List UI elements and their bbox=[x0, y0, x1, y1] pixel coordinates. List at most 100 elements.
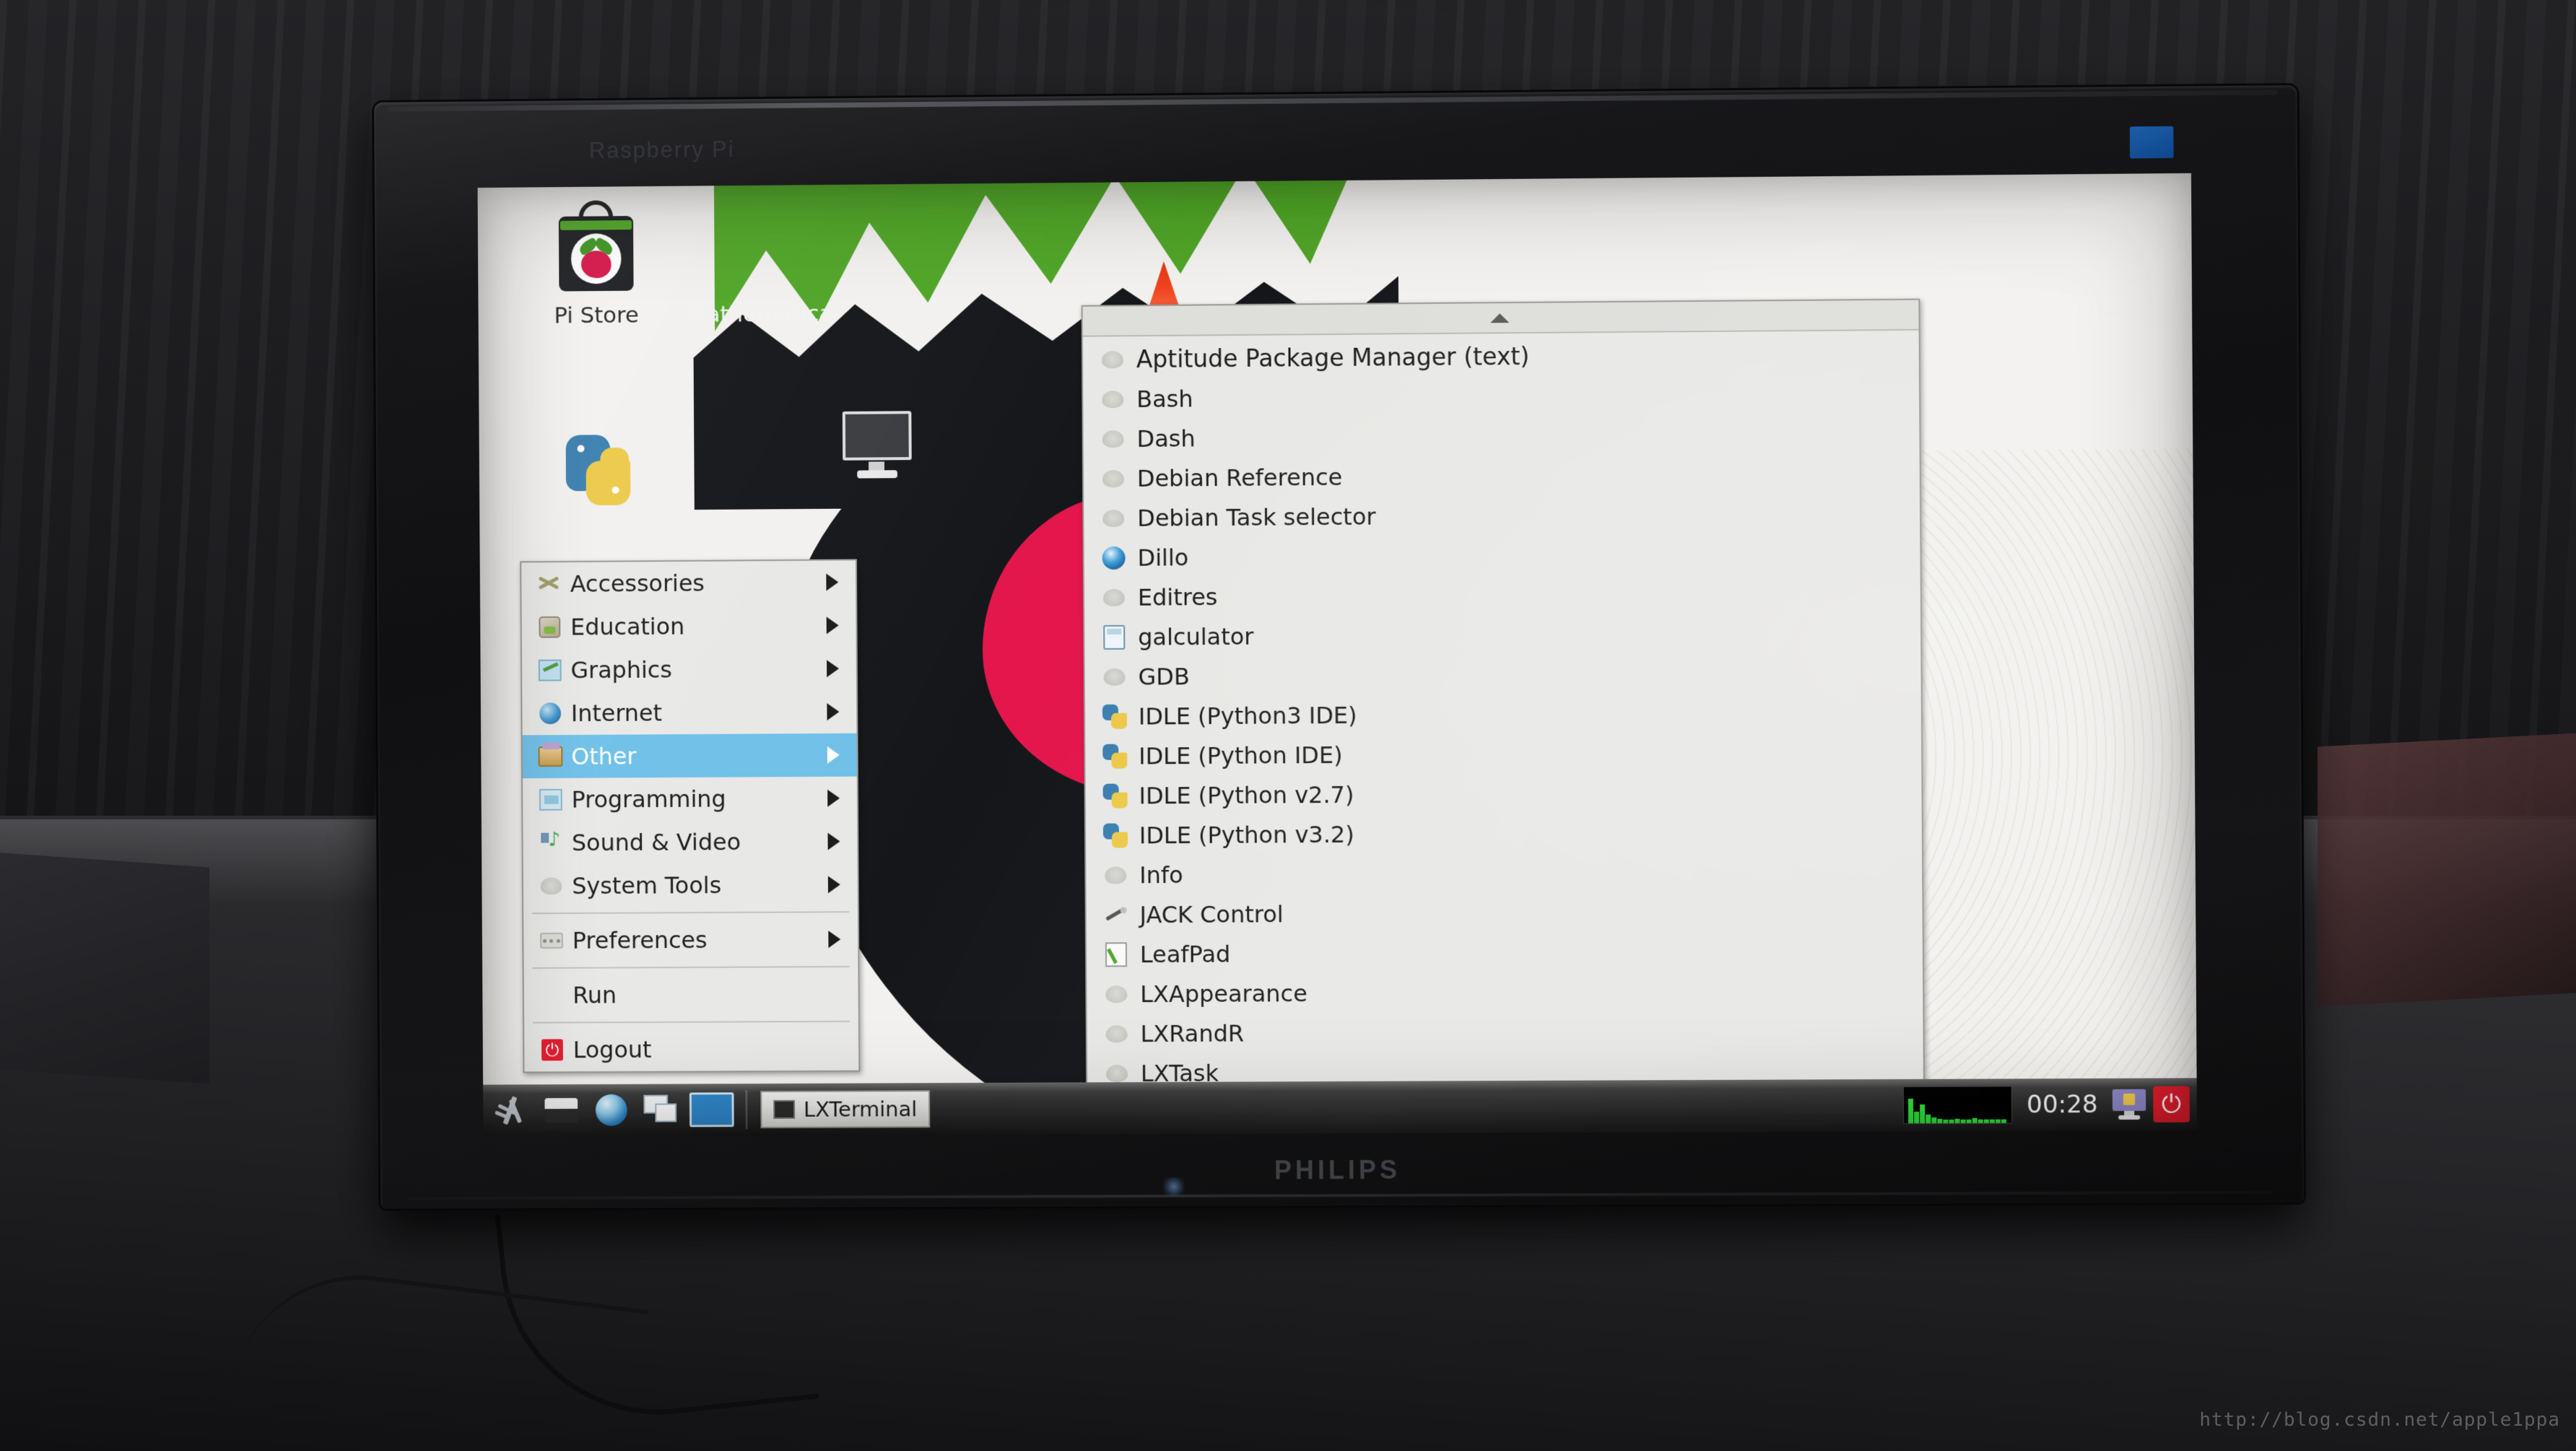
generic-app-icon bbox=[1097, 424, 1130, 453]
submenu-item-label: Bash bbox=[1129, 385, 1193, 413]
monitor-brand-top: Raspberry Pi bbox=[589, 136, 735, 164]
mathematica-icon bbox=[670, 206, 850, 298]
submenu-item-editres[interactable]: Editres bbox=[1084, 572, 1920, 617]
chevron-right-icon bbox=[827, 746, 840, 764]
system-tray: 00:28 bbox=[1903, 1078, 2197, 1131]
menu-item-graphics[interactable]: Graphics bbox=[522, 647, 856, 692]
calculator-icon bbox=[1097, 622, 1131, 651]
submenu-item-label: LXAppearance bbox=[1133, 980, 1307, 1008]
generic-app-icon bbox=[1096, 385, 1129, 414]
menu-item-label: Internet bbox=[567, 698, 827, 727]
submenu-item-info[interactable]: Info bbox=[1086, 851, 1922, 895]
monitor-sticker bbox=[2130, 126, 2174, 159]
wolfram-icon bbox=[1230, 202, 1318, 293]
submenu-item-idle-python-v32[interactable]: IDLE (Python v3.2) bbox=[1086, 811, 1922, 855]
system-tools-icon bbox=[535, 871, 568, 900]
submenu-item-idle-python3-ide[interactable]: IDLE (Python3 IDE) bbox=[1085, 692, 1921, 736]
education-icon bbox=[533, 613, 566, 642]
file-manager-launcher[interactable] bbox=[539, 1089, 583, 1131]
taskbar-launchers bbox=[483, 1084, 754, 1136]
cpu-monitor-graph[interactable] bbox=[1903, 1086, 2012, 1124]
submenu-item-label: JACK Control bbox=[1132, 900, 1283, 928]
task-button-label: LXTerminal bbox=[804, 1097, 917, 1122]
generic-app-icon bbox=[1097, 463, 1130, 492]
menu-item-internet[interactable]: Internet bbox=[522, 690, 856, 735]
generic-app-icon bbox=[1098, 662, 1131, 691]
chevron-right-icon bbox=[827, 703, 839, 720]
shutdown-icon[interactable] bbox=[2153, 1086, 2190, 1122]
menu-item-programming[interactable]: Programming bbox=[523, 777, 857, 822]
generic-app-icon bbox=[1096, 345, 1129, 374]
no-icon bbox=[536, 981, 569, 1010]
desk-object-right bbox=[2318, 733, 2576, 1007]
menu-item-sound-and-video[interactable]: Sound & Video bbox=[523, 819, 857, 864]
lock-screen-icon[interactable] bbox=[2112, 1089, 2146, 1120]
chevron-right-icon bbox=[826, 573, 838, 591]
pi-store-icon bbox=[506, 208, 686, 300]
preferences-icon bbox=[535, 926, 568, 955]
lxde-menu-button[interactable] bbox=[489, 1089, 534, 1131]
submenu-item-leafpad[interactable]: LeafPad bbox=[1087, 931, 1923, 974]
task-button-lxterminal[interactable]: LXTerminal bbox=[760, 1090, 930, 1128]
desktop-icon-monitor-app[interactable] bbox=[787, 400, 967, 491]
submenu-item-lxrandr[interactable]: LXRandR bbox=[1087, 1011, 1923, 1054]
generic-app-icon bbox=[1097, 583, 1131, 611]
window-list-launcher[interactable] bbox=[639, 1089, 684, 1131]
submenu-item-bash[interactable]: Bash bbox=[1083, 373, 1919, 419]
python-icon bbox=[1099, 781, 1132, 810]
monitor-power-led bbox=[1163, 1177, 1185, 1196]
submenu-item-debian-reference[interactable]: Debian Reference bbox=[1084, 453, 1920, 498]
generic-app-icon bbox=[1099, 860, 1132, 889]
menu-item-label: Sound & Video bbox=[567, 828, 828, 857]
submenu-item-label: Info bbox=[1132, 861, 1183, 889]
submenu-item-dash[interactable]: Dash bbox=[1084, 413, 1920, 458]
sound-video-icon bbox=[534, 829, 567, 858]
windows-icon bbox=[643, 1095, 679, 1125]
desktop-icon-mathematica[interactable]: Mathematica bbox=[670, 206, 850, 328]
python-icon bbox=[1098, 702, 1131, 731]
menu-item-education[interactable]: Education bbox=[522, 604, 856, 649]
submenu-item-lxappearance[interactable]: LXAppearance bbox=[1087, 970, 1923, 1014]
chevron-right-icon bbox=[827, 790, 840, 807]
graphics-icon bbox=[534, 655, 567, 684]
menu-item-other[interactable]: Other bbox=[523, 733, 857, 778]
menu-item-accessories[interactable]: Accessories bbox=[521, 560, 856, 606]
lxde-application-menu[interactable]: Accessories Education Graphics Internet bbox=[520, 559, 860, 1073]
menu-item-label: Programming bbox=[567, 785, 828, 814]
submenu-item-idle-python-ide[interactable]: IDLE (Python IDE) bbox=[1085, 731, 1921, 775]
generic-app-icon bbox=[1100, 1019, 1133, 1048]
submenu-item-gdb[interactable]: GDB bbox=[1085, 652, 1921, 697]
web-browser-launcher[interactable] bbox=[589, 1089, 634, 1131]
other-icon bbox=[534, 742, 567, 771]
menu-separator bbox=[532, 911, 849, 914]
monitor: Raspberry Pi PHILIPS bbox=[374, 85, 2304, 1208]
python-icon bbox=[508, 424, 687, 515]
submenu-item-idle-python-v27[interactable]: IDLE (Python v2.7) bbox=[1086, 772, 1922, 816]
chevron-right-icon bbox=[827, 660, 839, 677]
submenu-item-jack-control[interactable]: JACK Control bbox=[1087, 891, 1923, 935]
monitor-brand-bottom: PHILIPS bbox=[1274, 1155, 1401, 1186]
menu-item-run[interactable]: Run bbox=[524, 972, 858, 1017]
generic-app-icon bbox=[1100, 980, 1133, 1008]
menu-item-system-tools[interactable]: System Tools bbox=[523, 863, 858, 907]
terminal-icon bbox=[773, 1100, 795, 1119]
menu-item-logout[interactable]: Logout bbox=[524, 1027, 858, 1072]
submenu-item-dillo[interactable]: Dillo bbox=[1084, 533, 1920, 578]
submenu-item-debian-task-selector[interactable]: Debian Task selector bbox=[1084, 492, 1920, 538]
submenu-item-label: Dillo bbox=[1130, 544, 1188, 571]
submenu-item-galculator[interactable]: galculator bbox=[1084, 612, 1920, 657]
desktop-icon-pi-store[interactable]: Pi Store bbox=[506, 208, 686, 329]
web-browser-icon bbox=[596, 1094, 627, 1126]
desktop-icon-label: Mathematica bbox=[670, 300, 850, 328]
menu-separator bbox=[533, 1021, 850, 1024]
submenu-item-label: Dash bbox=[1129, 424, 1195, 453]
submenu-other[interactable]: Aptitude Package Manager (text) Bash Das… bbox=[1082, 299, 1926, 1137]
desktop-icon-python-games[interactable] bbox=[508, 424, 687, 515]
submenu-item-label: IDLE (Python v2.7) bbox=[1131, 780, 1354, 809]
submenu-item-aptitude-package-manager[interactable]: Aptitude Package Manager (text) bbox=[1083, 334, 1919, 380]
menu-item-preferences[interactable]: Preferences bbox=[523, 918, 858, 962]
show-desktop-button[interactable] bbox=[689, 1089, 734, 1130]
python-icon bbox=[1099, 821, 1132, 850]
submenu-item-label: IDLE (Python v3.2) bbox=[1132, 820, 1354, 849]
clock[interactable]: 00:28 bbox=[2019, 1090, 2105, 1120]
